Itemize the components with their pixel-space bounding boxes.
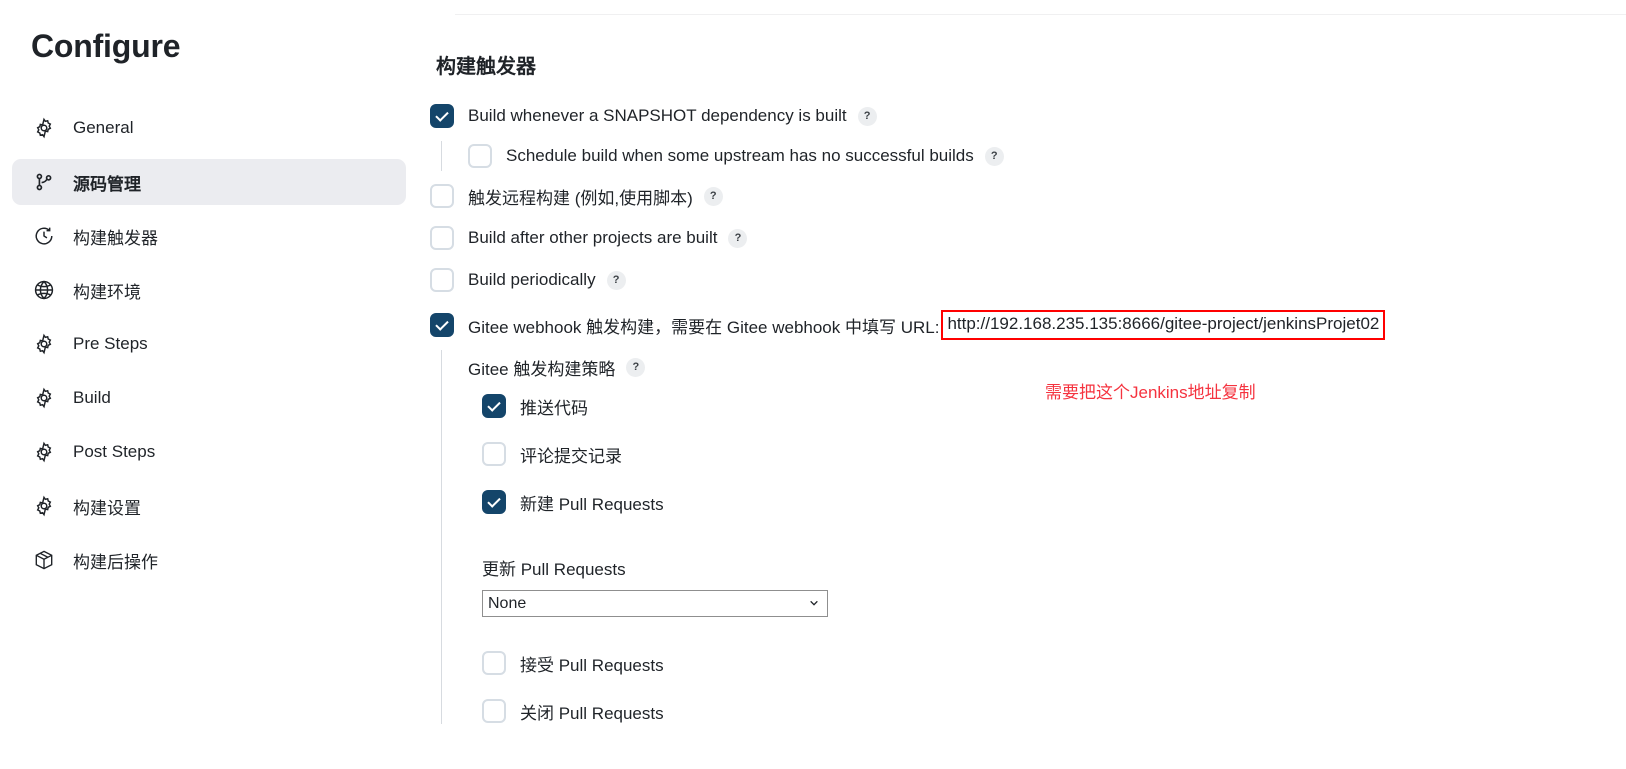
sidebar-item-label: Post Steps (73, 442, 156, 461)
checkbox-comment-commit[interactable] (482, 442, 506, 466)
checkbox-remote-build[interactable] (430, 184, 454, 208)
sidebar-item-label: 构建触发器 (73, 228, 158, 248)
page-root: Configure General 源码管理 构建触发器 构建环境 Pre St… (0, 0, 1626, 769)
indent-guide (441, 141, 442, 171)
sidebar-item-label: 构建设置 (73, 498, 141, 518)
gitee-row-accept-pr: 接受 Pull Requests (468, 650, 1626, 676)
top-divider (455, 14, 1626, 15)
gitee-webhook-label: Gitee webhook 触发构建，需要在 Gitee webhook 中填写… (468, 317, 940, 337)
trigger-label: Build whenever a SNAPSHOT dependency is … (468, 106, 847, 125)
checkbox-snapshot-dependency[interactable] (430, 104, 454, 128)
build-triggers-panel: 构建触发器 Build whenever a SNAPSHOT dependen… (430, 0, 1626, 769)
globe-icon (31, 277, 57, 303)
checkbox-push-code[interactable] (482, 394, 506, 418)
git-branch-icon (31, 169, 57, 195)
annotation-note: 需要把这个Jenkins地址复制 (1045, 383, 1256, 402)
help-icon[interactable]: ? (984, 146, 1004, 166)
help-icon[interactable]: ? (703, 186, 723, 206)
sidebar-nav: General 源码管理 构建触发器 构建环境 Pre Steps Build … (12, 105, 406, 591)
gitee-webhook-url[interactable]: http://192.168.235.135:8666/gitee-projec… (941, 309, 1386, 341)
gear-icon (31, 385, 57, 411)
help-icon[interactable]: ? (857, 106, 877, 126)
help-icon[interactable]: ? (606, 270, 626, 290)
gitee-after-item-label: 关闭 Pull Requests (520, 703, 664, 723)
gear-icon (31, 331, 57, 357)
trigger-row-after-other-projects: Build after other projects are built ? (430, 225, 1626, 251)
gitee-row-close-pr: 关闭 Pull Requests (468, 698, 1626, 724)
trigger-row-schedule-upstream: Schedule build when some upstream has no… (430, 141, 1626, 171)
update-pull-requests-label: 更新 Pull Requests (482, 559, 626, 579)
trigger-label: Build periodically (468, 270, 596, 289)
update-pull-requests-select[interactable]: None (482, 590, 828, 617)
configure-sidebar: Configure General 源码管理 构建触发器 构建环境 Pre St… (0, 0, 430, 769)
sidebar-item-build-environment[interactable]: 构建环境 (12, 267, 406, 313)
gear-icon (31, 115, 57, 141)
sidebar-item-source-code-management[interactable]: 源码管理 (12, 159, 406, 205)
checkbox-close-pull-requests[interactable] (482, 699, 506, 723)
gear-icon (31, 493, 57, 519)
sidebar-item-general[interactable]: General (12, 105, 406, 151)
gitee-strategy-label: Gitee 触发构建策略 (468, 359, 616, 379)
trigger-label: 触发远程构建 (例如,使用脚本) (468, 188, 693, 208)
sidebar-item-post-build-actions[interactable]: 构建后操作 (12, 537, 406, 583)
section-title: 构建触发器 (436, 56, 536, 78)
sidebar-item-pre-steps[interactable]: Pre Steps (12, 321, 406, 367)
trigger-row-gitee-webhook: Gitee webhook 触发构建，需要在 Gitee webhook 中填写… (430, 309, 1626, 341)
sidebar-item-label: Pre Steps (73, 334, 148, 353)
trigger-label: Build after other projects are built (468, 228, 718, 247)
sidebar-item-build[interactable]: Build (12, 375, 406, 421)
checkbox-schedule-upstream[interactable] (468, 144, 492, 168)
help-icon[interactable]: ? (728, 228, 748, 248)
help-icon[interactable]: ? (626, 357, 646, 377)
sidebar-item-label: General (73, 118, 134, 137)
trigger-row-build-periodically: Build periodically ? (430, 267, 1626, 293)
gitee-strategy-row-new-pr: 新建 Pull Requests (468, 489, 1626, 515)
update-pull-requests-select-wrap: None (482, 590, 828, 617)
gitee-strategy-row-comment: 评论提交记录 (468, 441, 1626, 467)
sidebar-item-build-triggers[interactable]: 构建触发器 (12, 213, 406, 259)
trigger-label: Schedule build when some upstream has no… (506, 146, 974, 165)
sidebar-item-label: 源码管理 (73, 174, 141, 194)
sidebar-item-build-settings[interactable]: 构建设置 (12, 483, 406, 529)
clock-icon (31, 223, 57, 249)
sidebar-item-label: Build (73, 388, 111, 407)
sidebar-item-post-steps[interactable]: Post Steps (12, 429, 406, 475)
sidebar-item-label: 构建后操作 (73, 552, 158, 572)
gitee-strategy-item-label: 推送代码 (520, 398, 588, 418)
checkbox-accept-pull-requests[interactable] (482, 651, 506, 675)
gitee-strategy-block: Gitee 触发构建策略 ? 推送代码 评论提交记录 新建 Pull Reque… (430, 350, 1626, 724)
build-triggers-form: Build whenever a SNAPSHOT dependency is … (430, 103, 1626, 734)
checkbox-after-other-projects[interactable] (430, 226, 454, 250)
checkbox-new-pull-requests[interactable] (482, 490, 506, 514)
page-title: Configure (31, 28, 181, 64)
checkbox-build-periodically[interactable] (430, 268, 454, 292)
gitee-strategy-item-label: 评论提交记录 (520, 446, 622, 466)
update-pr-field-label-row: 更新 Pull Requests (468, 555, 1626, 579)
gitee-after-item-label: 接受 Pull Requests (520, 655, 664, 675)
checkbox-gitee-webhook[interactable] (430, 313, 454, 337)
trigger-row-remote-build: 触发远程构建 (例如,使用脚本) ? (430, 183, 1626, 209)
update-pr-select-row: None (468, 589, 1626, 618)
trigger-row-snapshot-dependency: Build whenever a SNAPSHOT dependency is … (430, 103, 1626, 129)
indent-guide (441, 350, 442, 724)
sidebar-item-label: 构建环境 (73, 282, 141, 302)
gitee-strategy-item-label: 新建 Pull Requests (520, 494, 664, 514)
gitee-strategy-header: Gitee 触发构建策略 ? (468, 354, 1626, 380)
gear-icon (31, 439, 57, 465)
package-icon (31, 547, 57, 573)
